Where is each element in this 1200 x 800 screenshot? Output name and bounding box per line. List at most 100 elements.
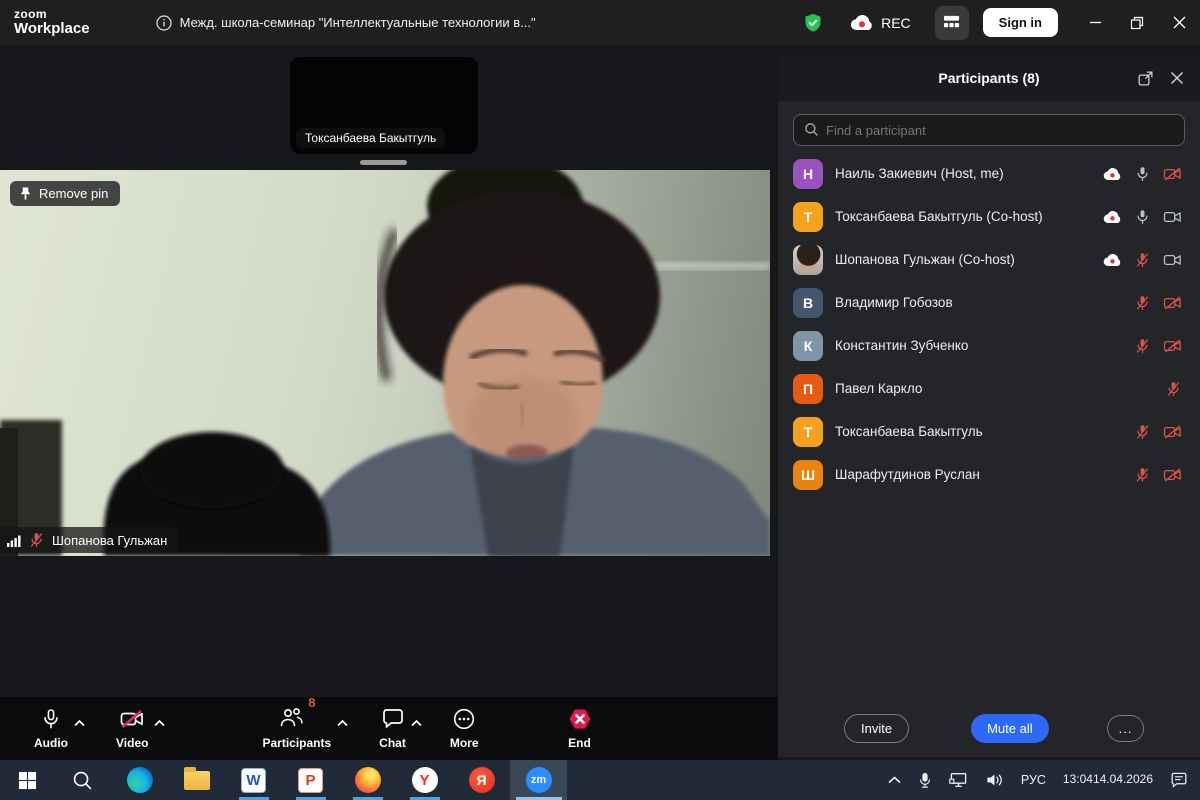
video-options-chevron[interactable] <box>148 713 170 733</box>
notification-center-icon[interactable] <box>1170 772 1188 788</box>
start-button[interactable] <box>0 760 54 800</box>
chat-label: Chat <box>379 736 406 750</box>
thumbnail-collapse-handle[interactable] <box>360 160 407 165</box>
pin-icon <box>19 186 32 201</box>
cloud-recording-icon <box>1103 253 1122 267</box>
participant-row[interactable]: К Константин Зубченко <box>778 324 1200 367</box>
end-call-icon <box>567 705 593 733</box>
zoom-app-icon: zm <box>526 767 552 793</box>
sign-in-button[interactable]: Sign in <box>983 8 1058 37</box>
camera-icon <box>1163 209 1182 225</box>
participant-avatar-photo <box>793 245 823 275</box>
participant-avatar: К <box>793 331 823 361</box>
panel-more-button[interactable]: ... <box>1107 715 1145 742</box>
tray-clock[interactable]: 13:04 14.04.2026 <box>1063 772 1153 788</box>
chat-icon <box>381 705 405 733</box>
taskbar-search-button[interactable] <box>54 760 111 800</box>
meeting-main: Токсанбаева Бакытгуль <box>0 45 1200 760</box>
apps-grid-button[interactable] <box>935 6 969 40</box>
pinned-video-tile: Remove pin Шопанова Гульжан <box>0 170 770 556</box>
participant-row[interactable]: ТТоксанбаева Бакытгуль (Co-host) <box>778 195 1200 238</box>
participant-avatar: Т <box>793 417 823 447</box>
participant-avatar: Н <box>793 159 823 189</box>
apps-grid-icon <box>943 14 960 31</box>
chat-options-chevron[interactable] <box>406 713 428 733</box>
yandex-browser-icon: Y <box>412 767 438 793</box>
invite-button[interactable]: Invite <box>844 714 909 743</box>
end-label: End <box>568 736 591 750</box>
folder-icon <box>184 771 210 790</box>
info-icon[interactable] <box>156 15 172 31</box>
participants-panel: Participants (8) Н Наиль Закиевич (Host, … <box>778 55 1200 757</box>
participant-row[interactable]: Н Наиль Закиевич (Host, me) <box>778 152 1200 195</box>
tray-volume-icon[interactable] <box>985 772 1004 788</box>
search-icon <box>72 770 93 791</box>
tray-chevron-icon[interactable] <box>888 776 901 784</box>
participant-row[interactable]: Шопанова Гульжан (Co-host) <box>778 238 1200 281</box>
participant-search-input[interactable] <box>793 114 1185 146</box>
participant-row[interactable]: ППавел Каркло <box>778 367 1200 410</box>
taskbar-file-explorer[interactable] <box>168 760 225 800</box>
participants-options-chevron[interactable] <box>331 713 353 733</box>
video-button[interactable]: Video <box>116 697 148 760</box>
taskbar-powerpoint[interactable]: P <box>282 760 339 800</box>
participant-name: Шопанова Гульжан (Co-host) <box>835 252 1103 267</box>
audio-button[interactable]: Audio <box>34 697 68 760</box>
logo-workplace-text: Workplace <box>14 21 90 37</box>
taskbar-zoom[interactable]: zm <box>510 760 567 800</box>
firefox-icon <box>355 767 381 793</box>
mic-muted-icon <box>1165 380 1182 398</box>
recording-indicator: REC <box>850 14 911 31</box>
end-button[interactable]: End <box>567 697 593 760</box>
security-shield-icon[interactable] <box>802 12 824 34</box>
participant-row[interactable]: ШШарафутдинов Руслан <box>778 453 1200 496</box>
taskbar-yandex-browser[interactable]: Y <box>396 760 453 800</box>
close-button[interactable] <box>1158 0 1200 45</box>
titlebar-right: REC Sign in <box>802 0 1200 45</box>
taskbar-yandex[interactable]: Я <box>453 760 510 800</box>
participant-row[interactable]: ВВладимир Гобозов <box>778 281 1200 324</box>
more-button[interactable]: More <box>450 697 479 760</box>
remove-pin-button[interactable]: Remove pin <box>10 181 120 206</box>
participant-name: Наиль Закиевич (Host, me) <box>835 166 1103 181</box>
mic-muted-icon <box>1134 337 1151 355</box>
camera-off-icon <box>1163 467 1182 483</box>
mic-muted-icon <box>1134 251 1151 269</box>
participant-status-icons <box>1134 294 1182 312</box>
tray-time: 13:04 <box>1063 772 1093 788</box>
zoom-workplace-logo: zoom Workplace <box>14 8 90 36</box>
taskbar-firefox[interactable] <box>339 760 396 800</box>
restore-button[interactable] <box>1116 0 1158 45</box>
participant-search <box>778 101 1200 152</box>
participants-label: Participants <box>262 736 331 750</box>
chat-button[interactable]: Chat <box>379 697 406 760</box>
video-stage: Токсанбаева Бакытгуль <box>0 45 778 760</box>
participants-panel-title: Participants (8) <box>938 70 1039 86</box>
close-panel-icon[interactable] <box>1170 71 1184 85</box>
search-icon <box>804 122 819 142</box>
tray-microphone-icon[interactable] <box>918 772 932 789</box>
participant-name: Токсанбаева Бакытгуль <box>835 424 1134 439</box>
participant-status-icons <box>1103 165 1182 183</box>
participant-name: Константин Зубченко <box>835 338 1134 353</box>
popout-panel-icon[interactable] <box>1137 70 1154 87</box>
powerpoint-icon: P <box>298 768 323 793</box>
mute-all-button[interactable]: Mute all <box>971 714 1049 743</box>
participant-avatar: Ш <box>793 460 823 490</box>
mic-muted-icon <box>1134 423 1151 441</box>
participant-row[interactable]: Т Токсанбаева Бакытгуль <box>778 410 1200 453</box>
titlebar: zoom Workplace Межд. школа-семинар "Инте… <box>0 0 1200 45</box>
thumbnail-video-tile[interactable]: Токсанбаева Бакытгуль <box>290 57 478 154</box>
minimize-button[interactable] <box>1074 0 1116 45</box>
camera-off-icon <box>1163 295 1182 311</box>
participant-avatar: П <box>793 374 823 404</box>
windows-taskbar: W P Y Я zm <box>0 760 1200 800</box>
participant-name: Владимир Гобозов <box>835 295 1134 310</box>
language-indicator[interactable]: РУС <box>1021 773 1046 787</box>
participants-button[interactable]: 8 Participants <box>262 697 331 760</box>
taskbar-word[interactable]: W <box>225 760 282 800</box>
taskbar-edge[interactable] <box>111 760 168 800</box>
tray-network-icon[interactable] <box>949 772 968 788</box>
audio-options-chevron[interactable] <box>68 713 90 733</box>
participant-status-icons <box>1103 251 1182 269</box>
